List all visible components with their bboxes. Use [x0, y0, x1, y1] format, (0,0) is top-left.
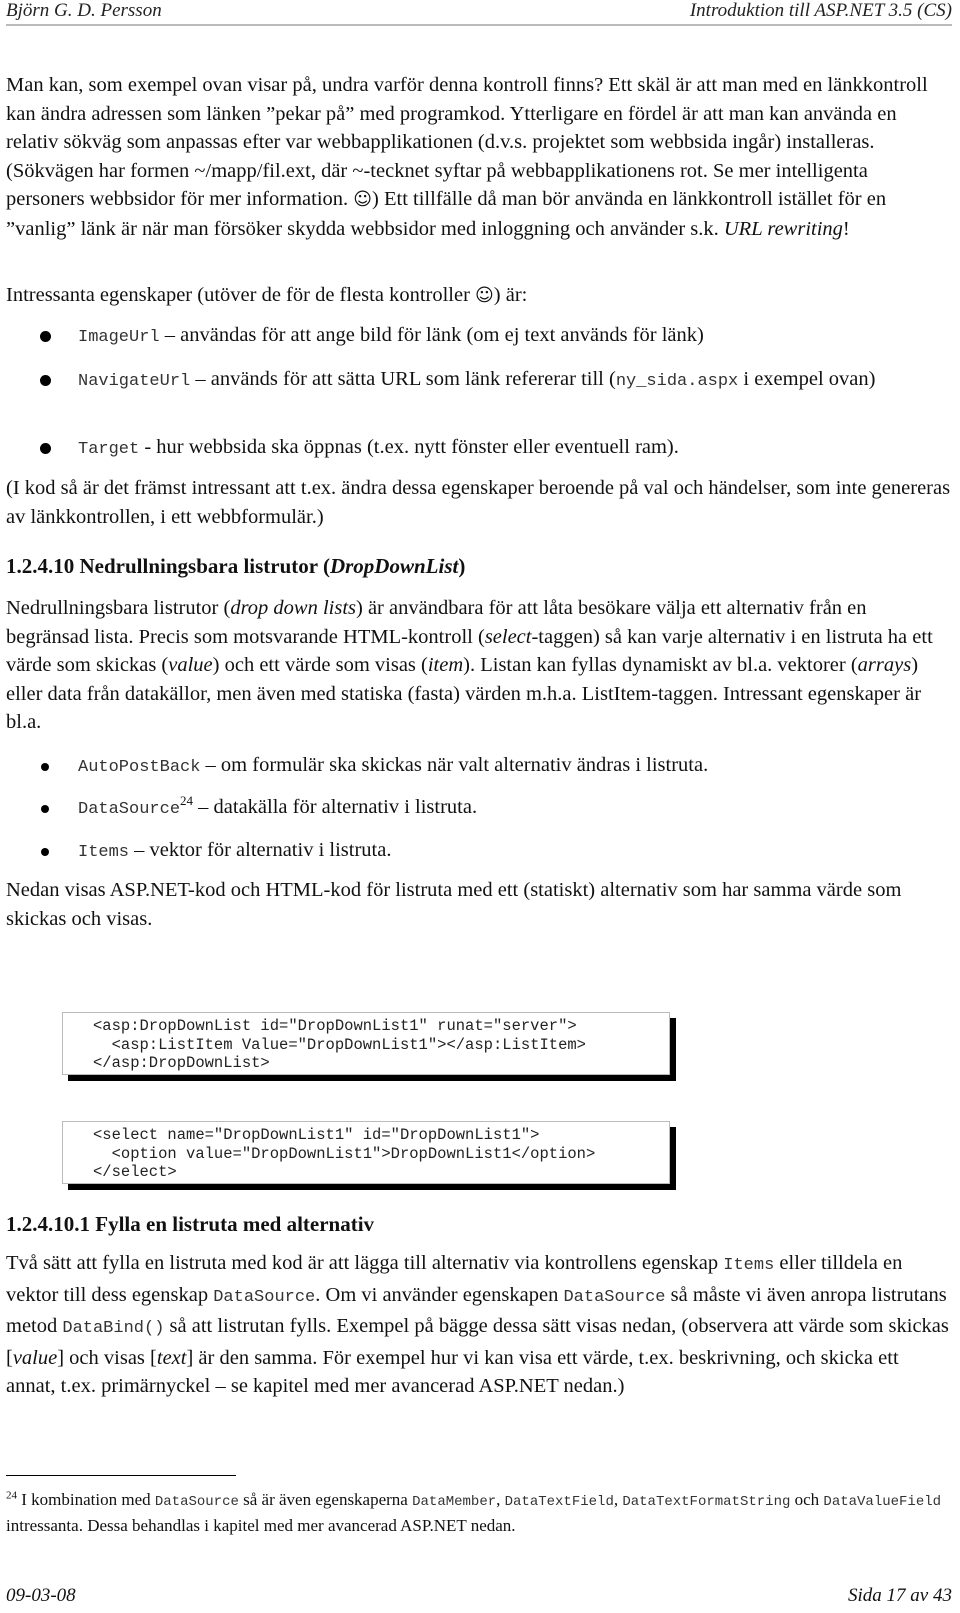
code-line: </asp:DropDownList>	[93, 1054, 270, 1072]
header-author: Björn G. D. Persson	[6, 0, 162, 21]
paragraph-properties-intro: Intressanta egenskaper (utöver de för de…	[6, 284, 528, 306]
property-name: DataSource	[78, 800, 181, 819]
page-header: Björn G. D. Persson Introduktion till AS…	[6, 0, 952, 26]
list-item: NavigateUrl – används för att sätta URL …	[40, 365, 940, 397]
property-name: AutoPostBack	[78, 758, 201, 777]
emphasis-url-rewriting: URL rewriting	[723, 217, 843, 240]
bullet-icon	[41, 763, 49, 771]
list-item: Items – vektor för alternativ i listruta…	[40, 836, 940, 868]
paragraph-fill-listbox: Två sätt att fylla en listruta med kod ä…	[6, 1252, 949, 1397]
page-footer: 09-03-08 Sida 17 av 43	[6, 1585, 952, 1607]
property-name: Items	[78, 843, 130, 862]
footnote-divider	[6, 1475, 236, 1476]
code-block-asp: <asp:DropDownList id="DropDownList1" run…	[62, 1012, 670, 1075]
bullet-icon	[40, 331, 51, 342]
code-line: <select name="DropDownList1" id="DropDow…	[93, 1126, 540, 1144]
subsection-heading: 1.2.4.10.1 Fylla en listruta med alterna…	[6, 1212, 375, 1236]
property-name: ImageUrl	[78, 328, 160, 347]
property-name: NavigateUrl	[78, 372, 191, 391]
smiley-icon: ☺	[353, 189, 373, 210]
bullet-icon	[40, 375, 51, 386]
section-heading: 1.2.4.10 Nedrullningsbara listrutor (Dro…	[6, 554, 466, 578]
list-item: DataSource24 – datakälla för alternativ …	[40, 793, 940, 825]
list-item: Target - hur webbsida ska öppnas (t.ex. …	[40, 433, 940, 465]
property-name: Target	[78, 440, 140, 459]
smiley-icon: ☺	[475, 285, 494, 306]
code-line: <asp:DropDownList id="DropDownList1" run…	[93, 1017, 577, 1035]
paragraph-code-intro: Nedan visas ASP.NET-kod och HTML-kod för…	[6, 879, 902, 930]
footer-page-number: Sida 17 av 43	[848, 1585, 952, 1606]
code-line: </select>	[93, 1163, 177, 1181]
footnote-number: 24	[6, 1489, 17, 1502]
footnote-ref[interactable]: 24	[180, 793, 193, 808]
bullet-icon	[40, 443, 51, 454]
list-item: AutoPostBack – om formulär ska skickas n…	[40, 751, 940, 783]
code-line: <option value="DropDownList1">DropDownLi…	[93, 1144, 596, 1163]
paragraph-dropdown-intro: Nedrullningsbara listrutor (drop down li…	[6, 597, 933, 733]
header-doc-title: Introduktion till ASP.NET 3.5 (CS)	[689, 0, 952, 21]
footnote: 24 I kombination med DataSource så är äv…	[6, 1489, 942, 1535]
list-item: ImageUrl – användas för att ange bild fö…	[40, 321, 940, 353]
paragraph-code-note: (I kod så är det främst intressant att t…	[6, 477, 951, 528]
bullet-icon	[41, 805, 49, 813]
code-block-html: <select name="DropDownList1" id="DropDow…	[62, 1121, 670, 1184]
footer-date: 09-03-08	[6, 1585, 76, 1606]
paragraph-link-control-purpose: Man kan, som exempel ovan visar på, undr…	[6, 74, 928, 240]
code-line: <asp:ListItem Value="DropDownList1"></as…	[93, 1035, 586, 1054]
bullet-icon	[41, 848, 49, 856]
